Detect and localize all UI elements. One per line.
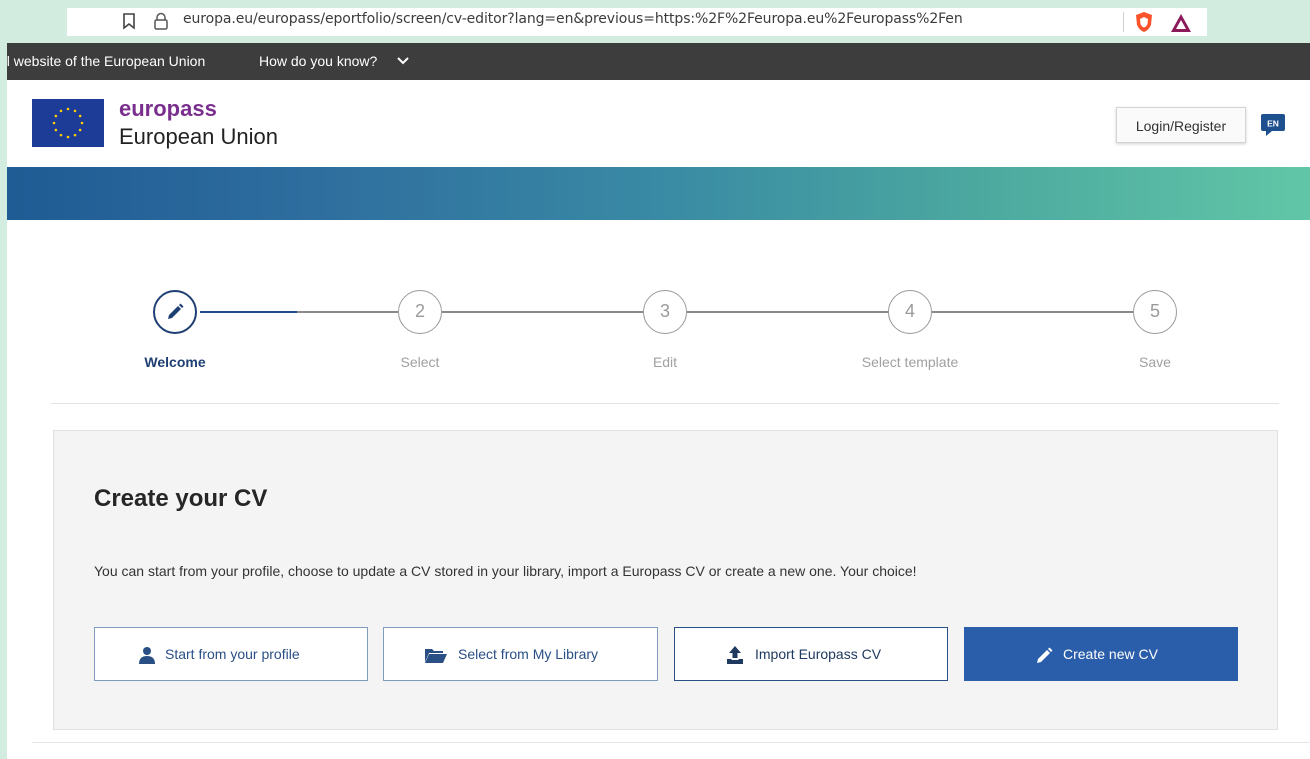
eu-banner-text: al website of the European Union: [7, 53, 206, 69]
eu-star: [54, 114, 58, 118]
brand-name[interactable]: europass: [119, 96, 217, 122]
panel-bottom-divider: [32, 742, 1310, 743]
pencil-icon: [168, 303, 184, 319]
rewards-triangle-icon[interactable]: [1169, 12, 1193, 34]
url-text[interactable]: europa.eu/europass/eportfolio/screen/cv-…: [183, 11, 963, 27]
step-save-circle[interactable]: 5: [1133, 290, 1177, 334]
brave-shield-icon[interactable]: [1133, 10, 1155, 34]
create-cv-panel: Create your CV You can start from your p…: [53, 430, 1278, 730]
step-connector: [297, 311, 398, 313]
step-connector: [442, 311, 643, 313]
eu-star: [54, 128, 58, 132]
folder-open-icon: [425, 649, 447, 663]
eu-star: [73, 133, 77, 137]
select-from-library-button[interactable]: Select from My Library: [383, 627, 658, 681]
start-from-profile-label: Start from your profile: [165, 646, 300, 662]
panel-description: You can start from your profile, choose …: [94, 563, 917, 579]
browser-page: europa.eu/europass/eportfolio/screen/cv-…: [7, 0, 1310, 759]
step-connector: [932, 311, 1133, 313]
step-save-label[interactable]: Save: [1085, 354, 1225, 370]
import-europass-cv-button[interactable]: Import Europass CV: [674, 627, 948, 681]
pencil-icon: [1037, 647, 1053, 663]
step-edit-label[interactable]: Edit: [595, 354, 735, 370]
step-welcome-circle[interactable]: [153, 290, 197, 334]
create-new-cv-label: Create new CV: [1063, 646, 1158, 662]
address-bar-separator: [1123, 12, 1124, 32]
eu-star: [66, 107, 70, 111]
progress-stepper: 2 3 4 5 Welcome Select Edit Select templ…: [7, 220, 1310, 405]
brand-subtitle: European Union: [119, 124, 279, 149]
step-edit-circle[interactable]: 3: [643, 290, 687, 334]
eu-official-banner: al website of the European Union How do …: [7, 43, 1310, 80]
eu-star: [78, 128, 82, 132]
step-select-circle[interactable]: 2: [398, 290, 442, 334]
step-template-label[interactable]: Select template: [840, 354, 980, 370]
language-code: EN: [1267, 119, 1279, 129]
eu-star: [78, 114, 82, 118]
eu-star: [66, 135, 70, 139]
upload-icon: [727, 646, 743, 664]
address-bar-strip: europa.eu/europass/eportfolio/screen/cv-…: [7, 0, 1310, 43]
language-selector-icon[interactable]: EN: [1259, 111, 1287, 139]
eu-star: [73, 109, 77, 113]
step-welcome-label[interactable]: Welcome: [105, 354, 245, 370]
step-connector-progress: [200, 311, 297, 313]
eu-star: [59, 133, 63, 137]
login-register-button[interactable]: Login/Register: [1116, 107, 1246, 143]
step-connector: [687, 311, 888, 313]
lock-icon[interactable]: [153, 12, 169, 30]
select-from-library-label: Select from My Library: [458, 646, 599, 662]
page-title: Create your CV: [94, 485, 268, 512]
eu-star: [59, 109, 63, 113]
start-from-profile-button[interactable]: Start from your profile: [94, 627, 368, 681]
chevron-down-icon[interactable]: [396, 56, 410, 66]
bookmark-icon[interactable]: [119, 11, 139, 31]
user-icon: [139, 647, 155, 664]
header-gradient-band: [7, 167, 1310, 220]
site-header: europass European Union Login/Register E…: [7, 80, 1310, 167]
eu-star: [80, 121, 84, 125]
stepper-divider: [51, 403, 1279, 404]
eu-flag-icon[interactable]: [32, 99, 104, 147]
eu-star: [52, 121, 56, 125]
import-europass-cv-label: Import Europass CV: [755, 646, 882, 662]
step-select-label[interactable]: Select: [350, 354, 490, 370]
create-new-cv-button[interactable]: Create new CV: [964, 627, 1238, 681]
how-do-you-know-link[interactable]: How do you know?: [259, 53, 377, 69]
step-template-circle[interactable]: 4: [888, 290, 932, 334]
